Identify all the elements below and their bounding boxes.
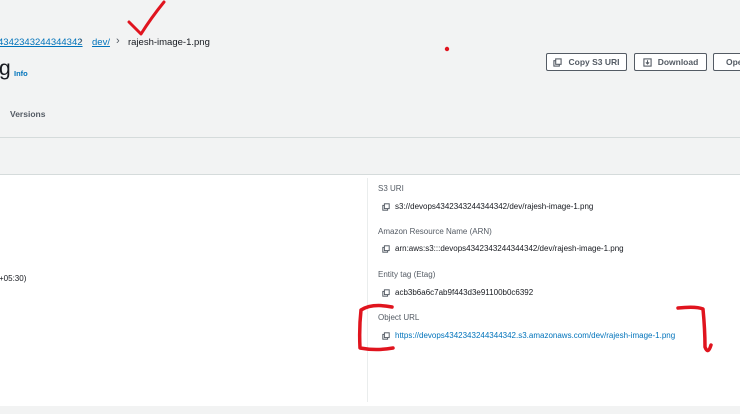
info-link[interactable]: Info: [14, 69, 28, 78]
annotation-dot: [444, 46, 450, 52]
copy-icon[interactable]: [382, 288, 390, 297]
breadcrumb-bucket-link[interactable]: 4342343244344342: [0, 37, 83, 48]
etag-value: acb3b6a6c7ab9f443d3e91100b0c6392: [382, 288, 533, 297]
open-label: Ope: [726, 57, 740, 67]
copy-icon[interactable]: [382, 244, 390, 253]
tabs-divider: [0, 137, 740, 138]
panel-top-border: [0, 174, 740, 175]
chevron-right-icon: ›: [79, 35, 83, 47]
copy-icon: [553, 57, 563, 67]
open-button[interactable]: Ope: [713, 53, 740, 71]
object-url-label: Object URL: [378, 313, 420, 322]
tab-versions[interactable]: Versions: [10, 109, 45, 119]
page-title: g: [0, 57, 11, 80]
copy-icon[interactable]: [382, 331, 390, 340]
s3-uri-value: s3://devops4342343244344342/dev/rajesh-i…: [382, 202, 593, 211]
etag-text: acb3b6a6c7ab9f443d3e91100b0c6392: [395, 288, 534, 297]
etag-label: Entity tag (Etag): [378, 270, 436, 279]
copy-s3-uri-label: Copy S3 URI: [568, 57, 620, 67]
download-label: Download: [657, 57, 699, 67]
left-column-partial-value: +05:30): [0, 274, 27, 283]
s3-uri-label: S3 URI: [378, 184, 404, 193]
column-divider: [367, 178, 368, 402]
properties-panel: [0, 174, 740, 406]
arn-text: arn:aws:s3:::devops4342343244344342/dev/…: [395, 244, 624, 253]
chevron-right-icon: ›: [116, 35, 120, 47]
object-url-value: https://devops4342343244344342.s3.amazon…: [382, 331, 675, 340]
s3-uri-text: s3://devops4342343244344342/dev/rajesh-i…: [395, 202, 594, 211]
arn-value: arn:aws:s3:::devops4342343244344342/dev/…: [382, 244, 624, 253]
object-url-link[interactable]: https://devops4342343244344342.s3.amazon…: [395, 331, 675, 340]
breadcrumb-folder-link[interactable]: dev/: [92, 37, 110, 48]
download-button[interactable]: Download: [634, 53, 707, 71]
copy-s3-uri-button[interactable]: Copy S3 URI: [546, 53, 627, 71]
download-icon: [643, 57, 652, 67]
arn-label: Amazon Resource Name (ARN): [378, 227, 492, 236]
copy-icon[interactable]: [382, 202, 390, 211]
annotation-checkmark: [127, 0, 166, 36]
breadcrumb-current: rajesh-image-1.png: [128, 37, 210, 48]
